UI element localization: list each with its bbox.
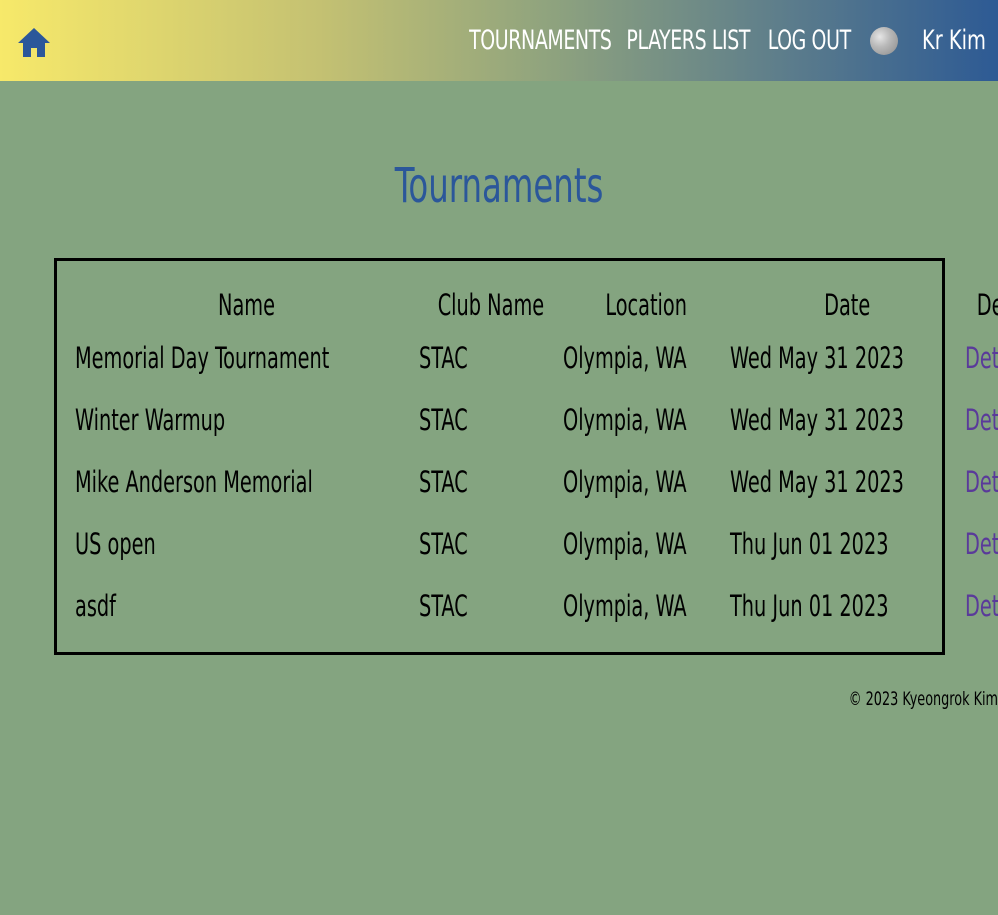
location: Olympia, WA xyxy=(562,527,687,561)
details-cell: Details xyxy=(965,389,998,451)
tournament-name: Mike Anderson Memorial xyxy=(75,465,313,499)
footer-copyright: © 2023 Kyeongrok Kim xyxy=(848,688,998,710)
details-cell: Details xyxy=(965,513,998,575)
tournament-name: US open xyxy=(75,527,156,561)
tournament-name: asdf xyxy=(75,589,116,623)
avatar[interactable] xyxy=(870,26,899,55)
user-name[interactable]: Kr Kim xyxy=(922,27,986,54)
nav-log-out-link[interactable]: LOG OUT xyxy=(767,27,850,54)
table-row: Winter Warmup STAC Olympia, WA Wed May 3… xyxy=(75,389,998,451)
page-title: Tournaments xyxy=(0,156,998,216)
date: Thu Jun 01 2023 xyxy=(729,589,889,623)
club-name: STAC xyxy=(418,465,468,499)
date: Wed May 31 2023 xyxy=(729,403,904,437)
club-name: STAC xyxy=(418,589,468,623)
nav-links: TOURNAMENTS PLAYERS LIST LOG OUT Kr Kim xyxy=(449,0,986,81)
table-row: US open STAC Olympia, WA Thu Jun 01 2023… xyxy=(75,513,998,575)
date: Wed May 31 2023 xyxy=(729,465,904,499)
home-button[interactable] xyxy=(16,26,52,60)
details-cell: Details xyxy=(965,327,998,389)
column-header-name: Name xyxy=(218,288,276,322)
date: Wed May 31 2023 xyxy=(729,341,904,375)
table-row: Memorial Day Tournament STAC Olympia, WA… xyxy=(75,327,998,389)
home-icon xyxy=(18,28,50,57)
tournament-name: Memorial Day Tournament xyxy=(75,341,330,375)
tournaments-table-container: Name Club Name Location Date Details Mem… xyxy=(54,258,998,655)
tournament-name: Winter Warmup xyxy=(75,403,226,437)
club-name: STAC xyxy=(418,341,468,375)
column-header-club-name: Club Name xyxy=(437,288,544,322)
column-header-details: Details xyxy=(976,288,998,322)
nav-players-list-link[interactable]: PLAYERS LIST xyxy=(627,27,751,54)
column-header-date: Date xyxy=(824,288,871,322)
details-link[interactable]: Details xyxy=(965,341,998,375)
page-title-text: Tournaments xyxy=(394,158,604,214)
location: Olympia, WA xyxy=(562,341,687,375)
details-cell: Details xyxy=(965,575,998,637)
details-cell: Details xyxy=(965,451,998,513)
column-header-location: Location xyxy=(605,288,687,322)
location: Olympia, WA xyxy=(562,589,687,623)
tournaments-table: Name Club Name Location Date Details Mem… xyxy=(75,283,998,637)
table-row: asdf STAC Olympia, WA Thu Jun 01 2023 De… xyxy=(75,575,998,637)
location: Olympia, WA xyxy=(562,465,687,499)
details-link[interactable]: Details xyxy=(965,527,998,561)
details-link[interactable]: Details xyxy=(965,465,998,499)
table-row: Mike Anderson Memorial STAC Olympia, WA … xyxy=(75,451,998,513)
nav-tournaments-link[interactable]: TOURNAMENTS xyxy=(469,27,612,54)
table-header-row: Name Club Name Location Date Details xyxy=(75,283,998,327)
date: Thu Jun 01 2023 xyxy=(729,527,889,561)
club-name: STAC xyxy=(418,527,468,561)
location: Olympia, WA xyxy=(562,403,687,437)
top-navbar: TOURNAMENTS PLAYERS LIST LOG OUT Kr Kim xyxy=(0,0,998,81)
club-name: STAC xyxy=(418,403,468,437)
details-link[interactable]: Details xyxy=(965,589,998,623)
details-link[interactable]: Details xyxy=(965,403,998,437)
